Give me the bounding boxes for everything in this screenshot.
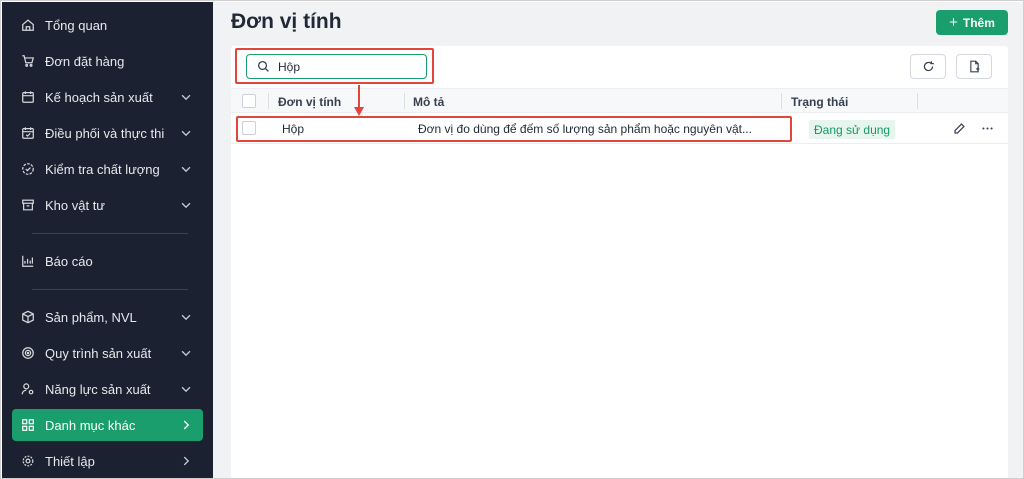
page-title: Đơn vị tính [231, 10, 342, 33]
cube-icon [21, 310, 35, 324]
archive-icon [21, 198, 35, 212]
status-badge: Đang sử dụng [809, 120, 896, 139]
check-circle-icon [21, 162, 35, 176]
calendar-icon [21, 90, 35, 104]
user-gear-icon [21, 382, 35, 396]
sidebar-item-dispatch[interactable]: Điều phối và thực thi [12, 117, 203, 149]
edit-icon[interactable] [953, 122, 966, 135]
sidebar-item-orders[interactable]: Đơn đặt hàng [12, 45, 203, 77]
gear-icon [21, 454, 35, 468]
refresh-button[interactable] [910, 54, 946, 79]
sidebar-item-label: Tổng quan [45, 17, 108, 33]
chevron-down-icon [181, 350, 191, 357]
file-export-icon [969, 60, 979, 73]
arrow-down-icon [354, 85, 364, 116]
plus-icon: + [949, 14, 958, 31]
sidebar-item-quality-check[interactable]: Kiểm tra chất lượng [12, 153, 203, 185]
more-icon[interactable] [981, 122, 994, 135]
sidebar-item-label: Điều phối và thực thi [45, 125, 165, 141]
chart-icon [21, 254, 35, 268]
sidebar-item-label: Kế hoạch sản xuất [45, 89, 153, 105]
home-icon [21, 18, 35, 32]
sidebar-item-capacity[interactable]: Năng lực sản xuất [12, 373, 203, 405]
select-all-checkbox[interactable] [242, 94, 256, 108]
sidebar-item-label: Đơn đặt hàng [45, 53, 125, 69]
chevron-down-icon [181, 94, 191, 101]
sidebar-item-label: Năng lực sản xuất [45, 381, 151, 397]
column-separator [404, 93, 405, 109]
chevron-right-icon [183, 456, 190, 466]
sidebar-item-label: Danh mục khác [45, 417, 136, 433]
column-header-status[interactable]: Trạng thái [791, 95, 848, 109]
add-button-label: Thêm [962, 15, 995, 30]
add-button[interactable]: + Thêm [936, 10, 1008, 35]
cart-icon [21, 54, 35, 68]
chevron-down-icon [181, 386, 191, 393]
row-highlight-box [236, 116, 792, 142]
column-header-unit[interactable]: Đơn vị tính [278, 95, 341, 109]
sidebar-item-warehouse[interactable]: Kho vật tư [12, 189, 203, 221]
sidebar-item-settings[interactable]: Thiết lập [12, 445, 203, 477]
chevron-right-icon [183, 420, 190, 430]
refresh-icon [923, 61, 934, 72]
sidebar-item-label: Quy trình sản xuất [45, 345, 152, 361]
sidebar: Tổng quan Đơn đặt hàng Kế hoạch sản xuất… [2, 2, 213, 478]
export-button[interactable] [956, 54, 992, 79]
process-icon [21, 346, 35, 360]
table-header: Đơn vị tính Mô tả Trạng thái [231, 88, 1008, 113]
sidebar-divider [32, 233, 188, 234]
grid-icon [21, 418, 35, 432]
column-separator [268, 93, 269, 109]
sidebar-item-label: Kho vật tư [45, 197, 106, 213]
column-header-description[interactable]: Mô tả [413, 95, 444, 109]
app-window: Tổng quan Đơn đặt hàng Kế hoạch sản xuất… [0, 0, 1024, 479]
sidebar-item-products[interactable]: Sản phẩm, NVL [12, 301, 203, 333]
sidebar-item-overview[interactable]: Tổng quan [12, 9, 203, 41]
sidebar-item-production-plan[interactable]: Kế hoạch sản xuất [12, 81, 203, 113]
sidebar-item-label: Báo cáo [45, 253, 93, 269]
sidebar-item-label: Kiểm tra chất lượng [45, 161, 160, 177]
column-separator [781, 93, 782, 109]
sidebar-item-other-categories[interactable]: Danh mục khác [12, 409, 203, 441]
chevron-down-icon [181, 130, 191, 137]
column-separator [917, 93, 918, 109]
sidebar-item-process[interactable]: Quy trình sản xuất [12, 337, 203, 369]
sidebar-item-label: Sản phẩm, NVL [45, 309, 137, 325]
chevron-down-icon [181, 166, 191, 173]
sidebar-item-label: Thiết lập [45, 453, 95, 469]
sidebar-item-reports[interactable]: Báo cáo [12, 245, 203, 277]
chevron-down-icon [181, 314, 191, 321]
sidebar-divider [32, 289, 188, 290]
search-highlight-box [235, 48, 434, 84]
chevron-down-icon [181, 202, 191, 209]
calendar-check-icon [21, 126, 35, 140]
main-content: Đơn vị tính + Thêm Đơn vị tính Mô tả Trạ… [213, 2, 1023, 478]
